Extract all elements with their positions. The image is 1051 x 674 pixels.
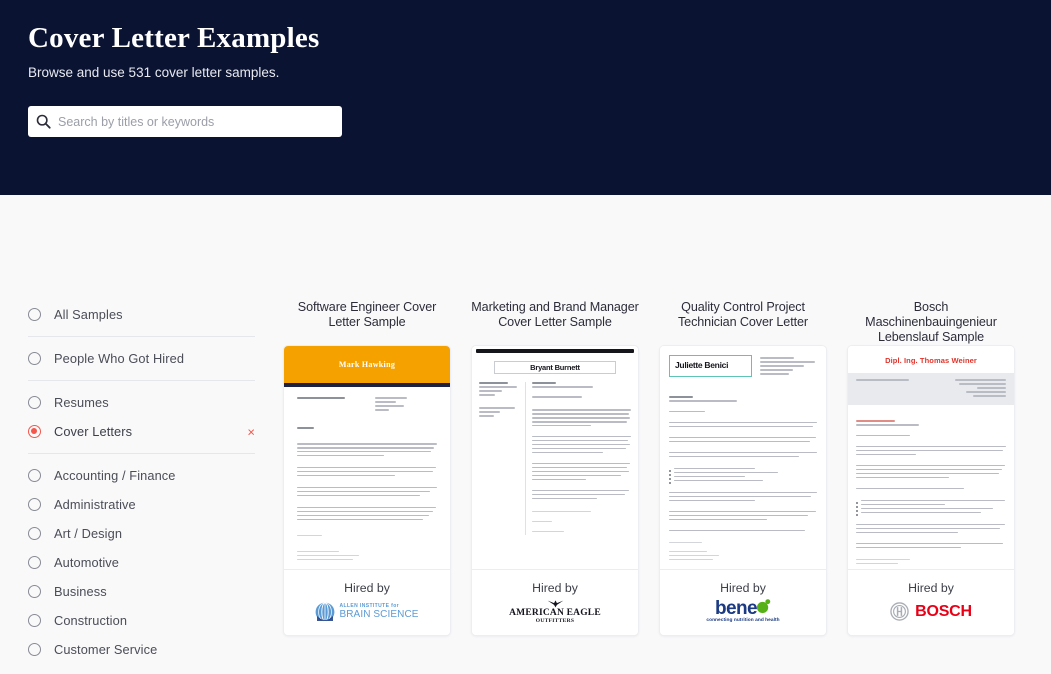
sidebar-item-label: Administrative (54, 497, 136, 512)
sidebar-item-construction[interactable]: Construction (28, 606, 255, 635)
radio-icon[interactable] (28, 308, 41, 321)
sidebar-item-label: Customer Service (54, 642, 158, 657)
radio-icon[interactable] (28, 585, 41, 598)
sidebar-item-label: Construction (54, 613, 128, 628)
radio-icon[interactable] (28, 643, 41, 656)
doc-body (660, 377, 826, 561)
logo-line-1: bene (715, 598, 758, 620)
sidebar-item-label: Cover Letters (54, 424, 133, 439)
radio-icon[interactable] (28, 352, 41, 365)
radio-icon[interactable] (28, 527, 41, 540)
logo-line-2: OUTFITTERS (535, 618, 575, 624)
sidebar-item-label: Business (54, 584, 107, 599)
sidebar-item-resumes[interactable]: Resumes (28, 388, 255, 417)
logo-line-1: BOSCH (915, 602, 972, 620)
filter-sidebar: All Samples People Who Got Hired Resumes… (28, 300, 255, 664)
sample-thumbnail[interactable]: Dipl. Ing. Thomas Weiner (848, 346, 1014, 569)
company-logo: bene connecting nutrition and health (706, 599, 779, 625)
page-subtitle: Browse and use 531 cover letter samples. (28, 65, 280, 80)
doc-accent-stripe (476, 349, 634, 353)
sidebar-item-customer-service[interactable]: Customer Service (28, 635, 255, 664)
page-header: Cover Letter Examples Browse and use 531… (0, 0, 1051, 195)
logo-line-2: connecting nutrition and health (706, 618, 780, 624)
sidebar-item-business[interactable]: Business (28, 577, 255, 606)
sidebar-item-automotive[interactable]: Automotive (28, 548, 255, 577)
doc-author-name: Mark Hawking (338, 360, 396, 369)
hired-by-label: Hired by (344, 580, 390, 595)
doc-author-name: Dipl. Ing. Thomas Weiner (885, 356, 977, 365)
sample-card-title: Marketing and Brand Manager Cover Letter… (471, 300, 639, 329)
sample-card[interactable]: Marketing and Brand Manager Cover Letter… (471, 300, 639, 636)
sample-card-title: Software Engineer Cover Letter Sample (297, 300, 437, 329)
sample-thumbnail[interactable]: Bryant Burnett (472, 346, 638, 569)
sidebar-item-people-who-got-hired[interactable]: People Who Got Hired (28, 344, 255, 373)
sidebar-item-label: All Samples (54, 307, 123, 322)
sidebar-item-label: Art / Design (54, 526, 123, 541)
radio-icon[interactable] (28, 469, 41, 482)
sample-card-body[interactable]: Mark Hawking Hired by ALLEN INSTITUTE fo… (283, 345, 451, 636)
doc-contact-block (760, 355, 817, 377)
sidebar-item-label: Resumes (54, 395, 109, 410)
sample-card[interactable]: Bosch Maschinenbauingenieur Lebenslauf S… (847, 300, 1015, 636)
radio-icon[interactable] (28, 556, 41, 569)
logo-line-1: ALLEN INSTITUTE for (339, 602, 399, 609)
sidebar-item-label: People Who Got Hired (54, 351, 185, 366)
sidebar-item-art-design[interactable]: Art / Design (28, 519, 255, 548)
radio-icon-selected[interactable] (28, 425, 41, 438)
sample-card[interactable]: Quality Control Project Technician Cover… (659, 300, 827, 636)
sample-thumbnail[interactable]: Mark Hawking (284, 346, 450, 569)
sample-card-body[interactable]: Dipl. Ing. Thomas Weiner Hired by BOSCH (847, 345, 1015, 636)
logo-line-2: BRAIN SCIENCE (339, 608, 419, 620)
doc-body (472, 382, 638, 535)
sidebar-item-label: Accounting / Finance (54, 468, 176, 483)
radio-icon[interactable] (28, 396, 41, 409)
doc-address-band (848, 373, 1014, 405)
clear-filter-icon[interactable]: × (247, 425, 255, 438)
bosch-armature-icon (890, 602, 909, 621)
search-icon (28, 106, 58, 137)
page-title: Cover Letter Examples (28, 22, 320, 54)
american-eagle-bird-icon (547, 599, 563, 607)
doc-body (848, 405, 1014, 565)
sidebar-item-cover-letters[interactable]: Cover Letters × (28, 417, 255, 446)
beneo-leaf-icon (756, 599, 771, 614)
doc-header-banner: Mark Hawking (284, 346, 450, 383)
hired-by-section: Hired by bene connecting nutrition and h… (660, 569, 826, 635)
hired-by-section: Hired by BOSCH (848, 569, 1014, 635)
sample-card-title: Quality Control Project Technician Cover… (677, 300, 808, 329)
company-logo: AMERICAN EAGLE OUTFITTERS (509, 599, 601, 625)
sidebar-item-all-samples[interactable]: All Samples (28, 300, 255, 329)
doc-name-box: Juliette Benici (669, 355, 753, 377)
doc-author-name: Bryant Burnett (530, 363, 580, 372)
hired-by-section: Hired by AMERICAN EAGLE OUTFITTERS (472, 569, 638, 635)
search-bar[interactable] (28, 106, 342, 137)
radio-icon[interactable] (28, 614, 41, 627)
sample-card-body[interactable]: Bryant Burnett Hired by AMERICAN EAGLE O… (471, 345, 639, 636)
sidebar-item-accounting-finance[interactable]: Accounting / Finance (28, 461, 255, 490)
hired-by-label: Hired by (532, 580, 578, 595)
search-input[interactable] (58, 107, 328, 136)
doc-author-name: Juliette Benici (675, 360, 729, 370)
hired-by-label: Hired by (720, 580, 766, 595)
doc-name-box: Bryant Burnett (494, 361, 616, 374)
sidebar-item-label: Automotive (54, 555, 120, 570)
sample-card-title: Bosch Maschinenbauingenieur Lebenslauf S… (865, 300, 997, 344)
allen-institute-mark-icon (316, 601, 335, 622)
main-content: All Samples People Who Got Hired Resumes… (0, 195, 1051, 674)
radio-icon[interactable] (28, 498, 41, 511)
doc-body (284, 387, 450, 561)
hired-by-label: Hired by (908, 580, 954, 595)
sample-card-body[interactable]: Juliette Benici Hired by bene connecting… (659, 345, 827, 636)
sidebar-divider (28, 380, 255, 381)
sidebar-divider (28, 336, 255, 337)
company-logo: ALLEN INSTITUTE for BRAIN SCIENCE (315, 599, 418, 625)
company-logo: BOSCH (890, 599, 972, 625)
sample-card-grid: Software Engineer Cover Letter Sample Ma… (283, 300, 1028, 636)
hired-by-section: Hired by ALLEN INSTITUTE for BRAIN SCIEN… (284, 569, 450, 635)
sample-card[interactable]: Software Engineer Cover Letter Sample Ma… (283, 300, 451, 636)
sidebar-divider (28, 453, 255, 454)
sidebar-item-administrative[interactable]: Administrative (28, 490, 255, 519)
logo-line-1: AMERICAN EAGLE (509, 607, 601, 618)
sample-thumbnail[interactable]: Juliette Benici (660, 346, 826, 569)
